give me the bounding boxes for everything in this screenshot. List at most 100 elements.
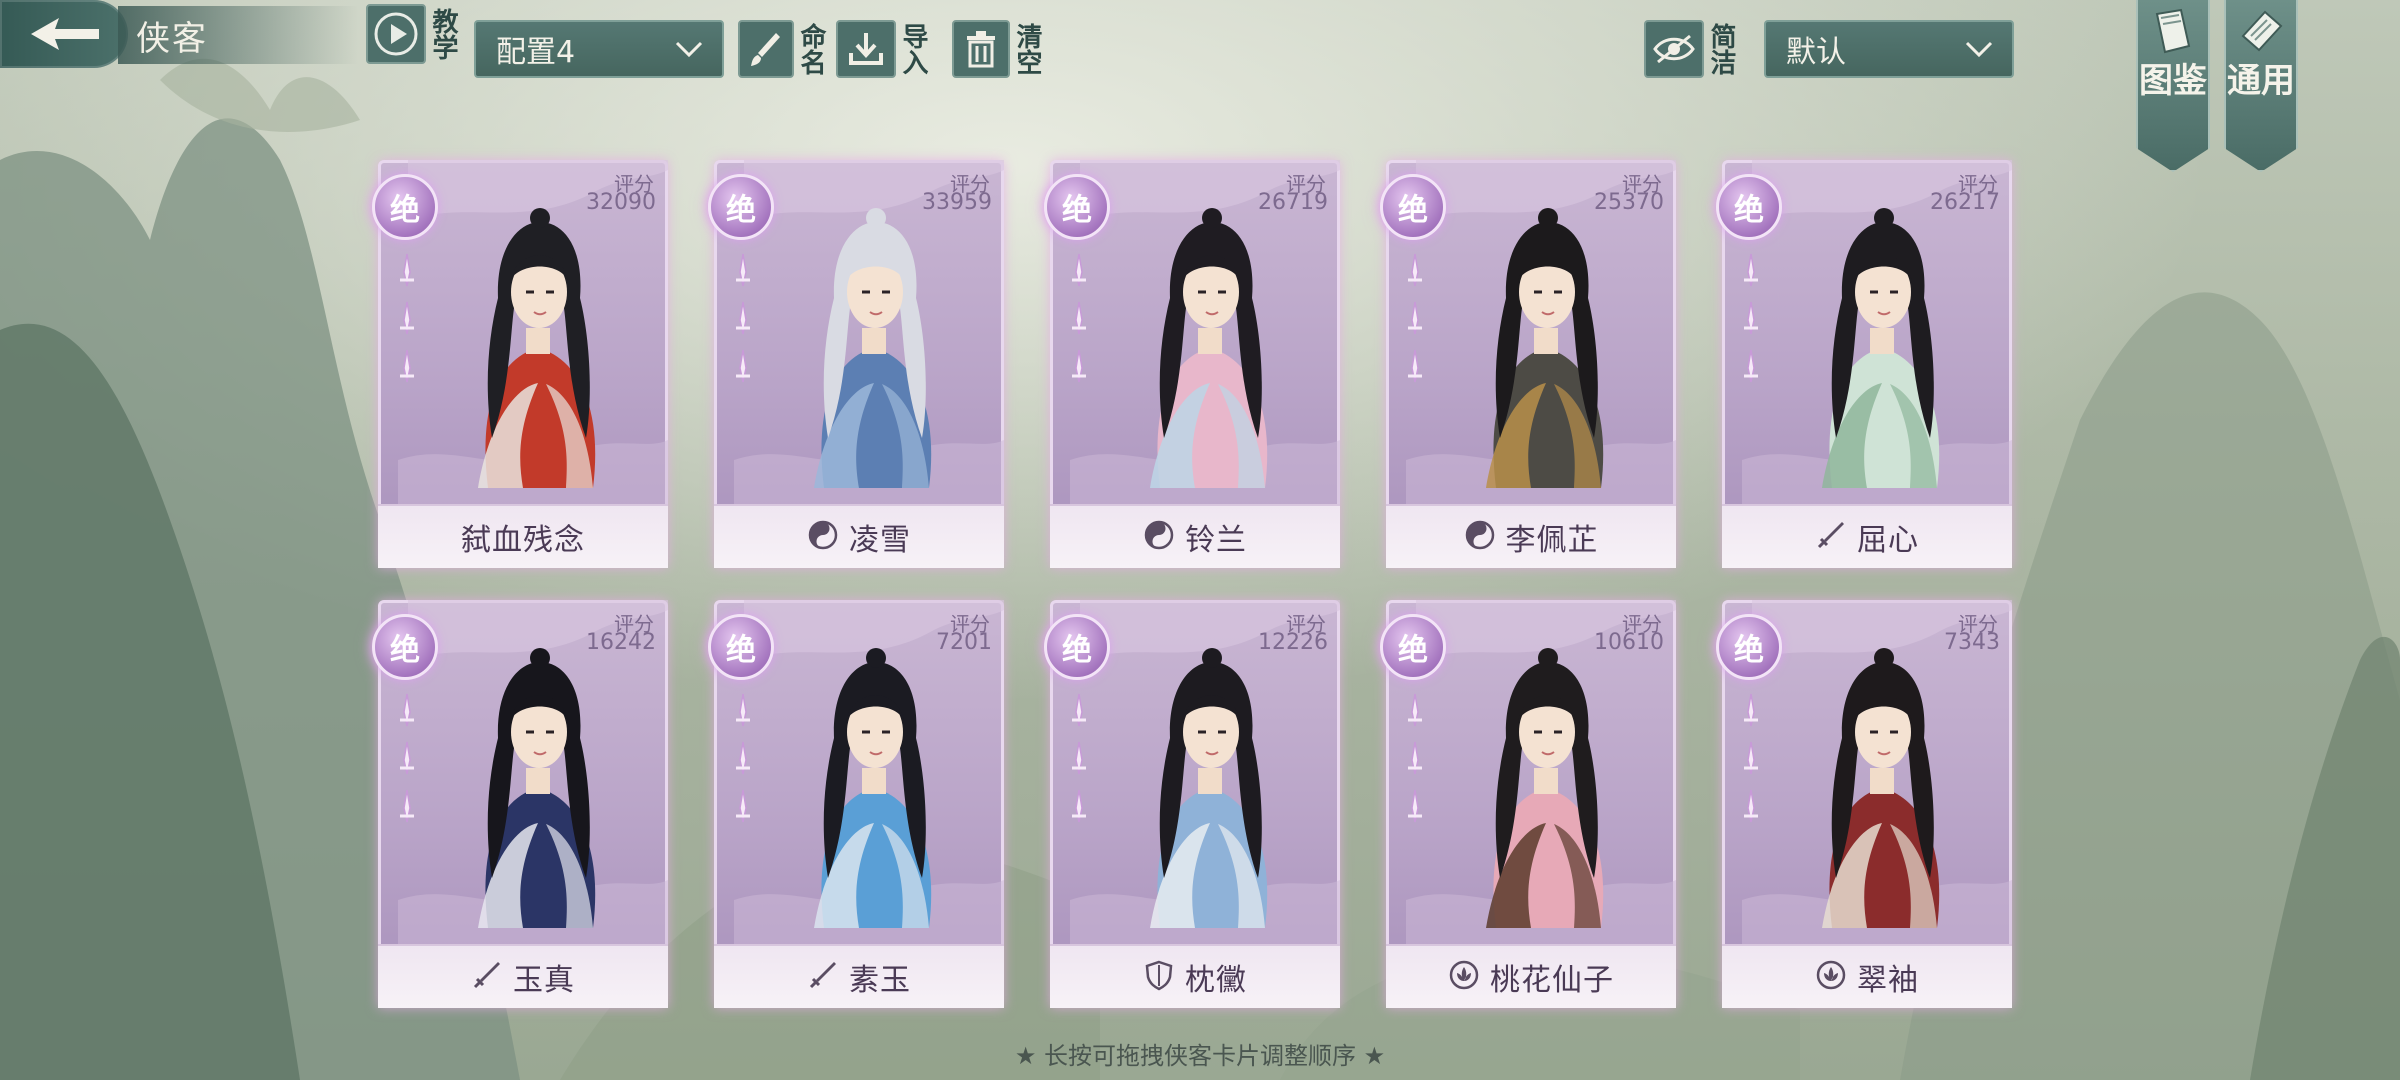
character-name: 铃兰 bbox=[1185, 523, 1247, 558]
faction-sword-icon bbox=[807, 959, 839, 995]
character-card[interactable]: 评分 7201 绝素玉 bbox=[708, 600, 1004, 1008]
rank-badge: 绝 bbox=[1044, 614, 1110, 680]
rename-button[interactable]: 命名 bbox=[738, 20, 826, 78]
faction-lotus-icon bbox=[1815, 959, 1847, 995]
star-sword-icon bbox=[732, 252, 754, 292]
character-name: 凌雪 bbox=[849, 523, 911, 558]
star-sword-icon bbox=[732, 788, 754, 828]
simple-mode-label: 简洁 bbox=[1706, 23, 1736, 75]
rank-badge: 绝 bbox=[708, 614, 774, 680]
character-card[interactable]: 评分 26217 绝屈心 bbox=[1716, 160, 2012, 568]
star-column bbox=[1736, 252, 1766, 388]
character-card[interactable]: 评分 33959 绝凌雪 bbox=[708, 160, 1004, 568]
character-card[interactable]: 评分 16242 绝玉真 bbox=[372, 600, 668, 1008]
score-value: 33959 bbox=[922, 190, 992, 215]
star-sword-icon bbox=[1068, 692, 1090, 732]
general-tab[interactable]: 通用 bbox=[2224, 0, 2298, 172]
name-plate: 屈心 bbox=[1722, 504, 2012, 568]
title-plate: 侠客 bbox=[118, 6, 358, 64]
rank-badge: 绝 bbox=[372, 614, 438, 680]
star-sword-icon bbox=[1404, 300, 1426, 340]
name-plate: 桃花仙子 bbox=[1386, 944, 1676, 1008]
name-plate: 铃兰 bbox=[1050, 504, 1340, 568]
character-name: 桃花仙子 bbox=[1490, 963, 1614, 998]
star-column bbox=[392, 252, 422, 388]
config-select[interactable]: 配置4 bbox=[474, 20, 724, 78]
star-sword-icon bbox=[1740, 348, 1762, 388]
character-portrait bbox=[814, 208, 932, 488]
score-value: 32090 bbox=[586, 190, 656, 215]
character-portrait bbox=[1150, 648, 1268, 928]
codex-label: 图鉴 bbox=[2139, 61, 2207, 101]
chevron-down-icon bbox=[675, 41, 703, 58]
book-icon bbox=[2155, 8, 2191, 54]
star-sword-icon bbox=[396, 252, 418, 292]
clear-label: 清空 bbox=[1012, 23, 1042, 75]
score-value: 26217 bbox=[1930, 190, 2000, 215]
character-name: 翠袖 bbox=[1857, 963, 1919, 998]
config-select-value: 配置4 bbox=[496, 35, 576, 70]
faction-yinyang-icon bbox=[1464, 519, 1496, 555]
character-card[interactable]: 评分 10610 绝桃花仙子 bbox=[1380, 600, 1676, 1008]
sort-select[interactable]: 默认 bbox=[1764, 20, 2014, 78]
name-plate: 弑血残念 bbox=[378, 504, 668, 568]
star-sword-icon bbox=[396, 692, 418, 732]
name-plate: 翠袖 bbox=[1722, 944, 2012, 1008]
faction-yinyang-icon bbox=[1143, 519, 1175, 555]
star-sword-icon bbox=[732, 692, 754, 732]
name-plate: 李佩芷 bbox=[1386, 504, 1676, 568]
character-name: 屈心 bbox=[1857, 523, 1919, 558]
chevron-down-icon bbox=[1965, 41, 1993, 58]
star-sword-icon bbox=[1404, 740, 1426, 780]
star-sword-icon bbox=[1740, 252, 1762, 292]
rank-badge: 绝 bbox=[708, 174, 774, 240]
import-button[interactable]: 导入 bbox=[836, 20, 928, 78]
character-portrait bbox=[1150, 208, 1268, 488]
star-column bbox=[728, 252, 758, 388]
tutorial-button[interactable]: 教学 bbox=[366, 4, 458, 64]
star-sword-icon bbox=[1068, 348, 1090, 388]
star-column bbox=[1064, 692, 1094, 828]
star-column bbox=[1400, 252, 1430, 388]
download-icon bbox=[836, 20, 896, 78]
character-card[interactable]: 评分 26719 绝铃兰 bbox=[1044, 160, 1340, 568]
general-label: 通用 bbox=[2227, 61, 2295, 101]
rank-badge: 绝 bbox=[1380, 174, 1446, 240]
trash-icon bbox=[952, 20, 1010, 78]
score-value: 26719 bbox=[1258, 190, 1328, 215]
back-arrow-icon bbox=[31, 18, 99, 50]
rank-badge: 绝 bbox=[1716, 174, 1782, 240]
name-plate: 凌雪 bbox=[714, 504, 1004, 568]
character-name: 素玉 bbox=[849, 963, 911, 998]
eye-hidden-icon bbox=[1644, 20, 1704, 78]
score-value: 12226 bbox=[1258, 630, 1328, 655]
character-card[interactable]: 评分 12226 绝枕黴 bbox=[1044, 600, 1340, 1008]
import-label: 导入 bbox=[898, 23, 928, 75]
star-column bbox=[1736, 692, 1766, 828]
character-name: 李佩芷 bbox=[1505, 523, 1599, 558]
score-value: 7201 bbox=[936, 630, 992, 655]
score-value: 16242 bbox=[586, 630, 656, 655]
character-card[interactable]: 评分 25370 绝李佩芷 bbox=[1380, 160, 1676, 568]
character-portrait bbox=[478, 648, 596, 928]
star-sword-icon bbox=[1404, 252, 1426, 292]
back-button[interactable] bbox=[0, 0, 128, 68]
star-sword-icon bbox=[1740, 300, 1762, 340]
top-bar: 侠客 教学 配置4 命名 导入 清空 简洁 默认 图鉴 通用 bbox=[0, 0, 2400, 172]
character-card[interactable]: 评分 32090 绝弑血残念 bbox=[372, 160, 668, 568]
star-column bbox=[1064, 252, 1094, 388]
faction-lotus-icon bbox=[1448, 959, 1480, 995]
tutorial-label: 教学 bbox=[428, 8, 458, 60]
codex-tab[interactable]: 图鉴 bbox=[2136, 0, 2210, 172]
star-sword-icon bbox=[1068, 300, 1090, 340]
character-portrait bbox=[1822, 648, 1940, 928]
rank-badge: 绝 bbox=[372, 174, 438, 240]
rename-label: 命名 bbox=[796, 23, 826, 75]
character-name: 玉真 bbox=[513, 963, 575, 998]
simple-mode-button[interactable]: 简洁 bbox=[1644, 20, 1736, 78]
character-card[interactable]: 评分 7343 绝翠袖 bbox=[1716, 600, 2012, 1008]
clear-button[interactable]: 清空 bbox=[952, 20, 1042, 78]
star-sword-icon bbox=[1068, 788, 1090, 828]
scroll-icon bbox=[2241, 10, 2283, 52]
star-sword-icon bbox=[396, 300, 418, 340]
